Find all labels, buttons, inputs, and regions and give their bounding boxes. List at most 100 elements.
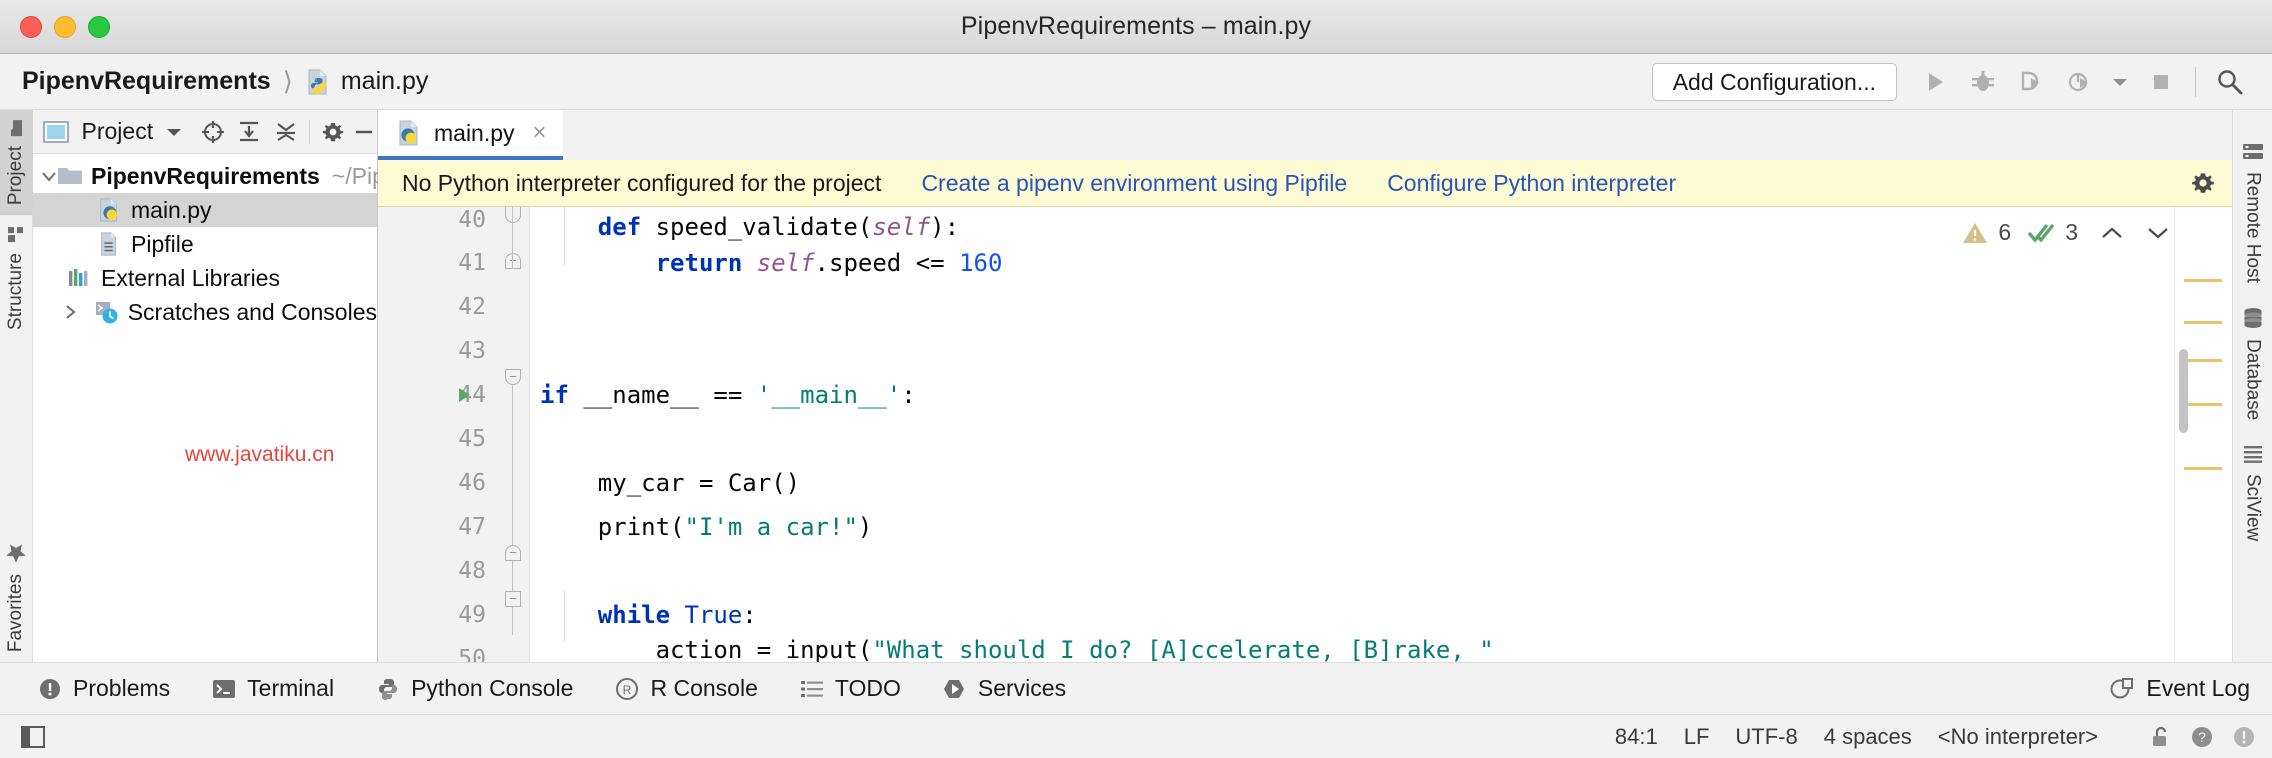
hide-panel-icon[interactable] [350, 115, 377, 149]
breadcrumb-file[interactable]: main.py [341, 67, 429, 96]
unlocked-icon[interactable] [2150, 725, 2172, 749]
tool-button-event-log[interactable]: Event Log [2109, 675, 2250, 702]
chevron-down-icon[interactable] [2103, 62, 2137, 102]
fold-marker-collapse[interactable]: − [505, 591, 521, 607]
window-title: PipenvRequirements – main.py [0, 12, 2272, 41]
settings-gear-icon[interactable] [2190, 170, 2216, 196]
folder-icon [7, 120, 25, 136]
tool-button-r-console[interactable]: R R Console [615, 675, 757, 702]
fold-marker-collapse[interactable]: − [505, 545, 521, 561]
svg-text:R: R [623, 683, 632, 697]
tool-button-label: Python Console [411, 675, 573, 702]
file-encoding[interactable]: UTF-8 [1735, 724, 1797, 750]
tree-row-external-libraries[interactable]: External Libraries [33, 261, 377, 295]
code-line [530, 329, 2232, 373]
sidebar-item-structure[interactable]: Structure [0, 215, 33, 340]
toolbar-divider [2195, 67, 2196, 97]
fold-marker-collapse[interactable]: − [505, 253, 521, 269]
tree-row-main-py[interactable]: main.py [33, 193, 377, 227]
tool-button-python-console[interactable]: Python Console [376, 675, 573, 702]
banner-link-create-pipenv[interactable]: Create a pipenv environment using Pipfil… [921, 170, 1347, 197]
gutter-line: 42 [378, 285, 496, 329]
profile-icon[interactable] [2055, 62, 2103, 102]
code-line-text: if __name__ == '__main__': [540, 381, 916, 409]
chevron-up-icon[interactable] [2100, 225, 2124, 241]
tool-button-terminal[interactable]: Terminal [212, 675, 334, 702]
gutter-line: 47 [378, 505, 496, 549]
chevron-down-icon[interactable] [2146, 225, 2170, 241]
tree-row-pipfile[interactable]: Pipfile [33, 227, 377, 261]
breadcrumb-project[interactable]: PipenvRequirements [22, 67, 271, 96]
notification-icon[interactable] [2232, 725, 2256, 749]
fold-marker-collapse[interactable] [505, 207, 521, 223]
editor-gutter[interactable]: 40 41 42 43 44 45 46 47 48 49 50 [378, 207, 496, 662]
stop-icon[interactable] [2137, 62, 2185, 102]
inspection-widget[interactable]: 6 3 [1962, 219, 2170, 246]
watermark-text: www.javatiku.cn [185, 443, 334, 467]
editor-fold-column[interactable]: − − − − [496, 207, 530, 662]
sidebar-item-label: Remote Host [2242, 172, 2264, 283]
todo-list-icon [800, 679, 824, 699]
question-help-icon[interactable]: ? [2190, 725, 2214, 749]
editor-tab-main-py[interactable]: main.py × [378, 110, 563, 160]
problems-icon [38, 677, 62, 701]
search-icon[interactable] [2206, 62, 2254, 102]
sidebar-item-database[interactable]: Database [2237, 297, 2269, 430]
code-line-text: my_car = Car() [540, 469, 800, 497]
code-line [530, 549, 2232, 593]
run-with-coverage-icon[interactable] [2007, 62, 2055, 102]
sidebar-item-remote-host[interactable]: Remote Host [2237, 132, 2269, 293]
inspection-marker[interactable] [2184, 403, 2222, 406]
sidebar-item-label: SciView [2242, 474, 2264, 541]
editor-marker-bar[interactable] [2174, 207, 2232, 662]
project-view-icon [43, 115, 70, 149]
run-gutter-icon[interactable] [454, 385, 474, 405]
ok-count: 3 [2065, 219, 2078, 246]
fold-marker-collapse[interactable]: − [505, 369, 521, 385]
inspection-marker[interactable] [2184, 467, 2222, 470]
panel-divider [309, 120, 310, 144]
tool-button-todo[interactable]: TODO [800, 675, 901, 702]
inspection-marker[interactable] [2184, 321, 2222, 324]
caret-position[interactable]: 84:1 [1615, 724, 1658, 750]
chevron-down-icon[interactable] [161, 115, 188, 149]
code-line-text: while True: [540, 601, 757, 629]
python-icon [376, 677, 400, 701]
banner-link-configure-interpreter[interactable]: Configure Python interpreter [1387, 170, 1676, 197]
chevron-down-icon[interactable] [41, 171, 57, 182]
code-line: if __name__ == '__main__': [530, 373, 2232, 417]
tree-row-project-root[interactable]: PipenvRequirements ~/Pipe [33, 159, 377, 193]
run-icon[interactable] [1911, 62, 1959, 102]
inspection-marker[interactable] [2184, 279, 2222, 282]
left-tool-strip: Project Structure Favorites [0, 110, 33, 662]
interpreter-status[interactable]: <No interpreter> [1938, 724, 2098, 750]
line-separator[interactable]: LF [1684, 724, 1710, 750]
code-line [530, 417, 2232, 461]
tool-button-problems[interactable]: Problems [38, 675, 170, 702]
toggle-toolwindow-icon[interactable] [20, 724, 46, 750]
chevron-right-icon[interactable] [65, 304, 88, 320]
close-icon[interactable]: × [533, 119, 547, 147]
navigation-bar: PipenvRequirements ⟩ main.py Add Configu… [0, 54, 2272, 110]
warning-count: 6 [1998, 219, 2011, 246]
code-editor[interactable]: 40 41 42 43 44 45 46 47 48 49 50 [378, 207, 2232, 662]
add-configuration-button[interactable]: Add Configuration... [1652, 63, 1897, 101]
sidebar-item-sciview[interactable]: SciView [2237, 434, 2269, 551]
debug-icon[interactable] [1959, 62, 2007, 102]
python-file-icon [396, 119, 422, 147]
expand-all-icon[interactable] [236, 115, 263, 149]
tree-row-scratches-and-consoles[interactable]: Scratches and Consoles [33, 295, 377, 329]
settings-gear-icon[interactable] [320, 115, 347, 149]
collapse-all-icon[interactable] [273, 115, 300, 149]
tool-button-services[interactable]: Services [943, 675, 1066, 702]
sidebar-item-project[interactable]: Project [0, 110, 33, 215]
inspection-marker[interactable] [2184, 359, 2222, 362]
sidebar-item-favorites[interactable]: Favorites [0, 532, 33, 662]
locate-icon[interactable] [200, 115, 227, 149]
code-text[interactable]: def speed_validate(self): return self.sp… [530, 207, 2232, 662]
gutter-line: 41 [378, 241, 496, 285]
editor-scrollbar-thumb[interactable] [2179, 349, 2188, 433]
tree-label: Pipfile [131, 231, 194, 258]
indent-setting[interactable]: 4 spaces [1824, 724, 1912, 750]
status-bar-icons: ? [2150, 725, 2256, 749]
